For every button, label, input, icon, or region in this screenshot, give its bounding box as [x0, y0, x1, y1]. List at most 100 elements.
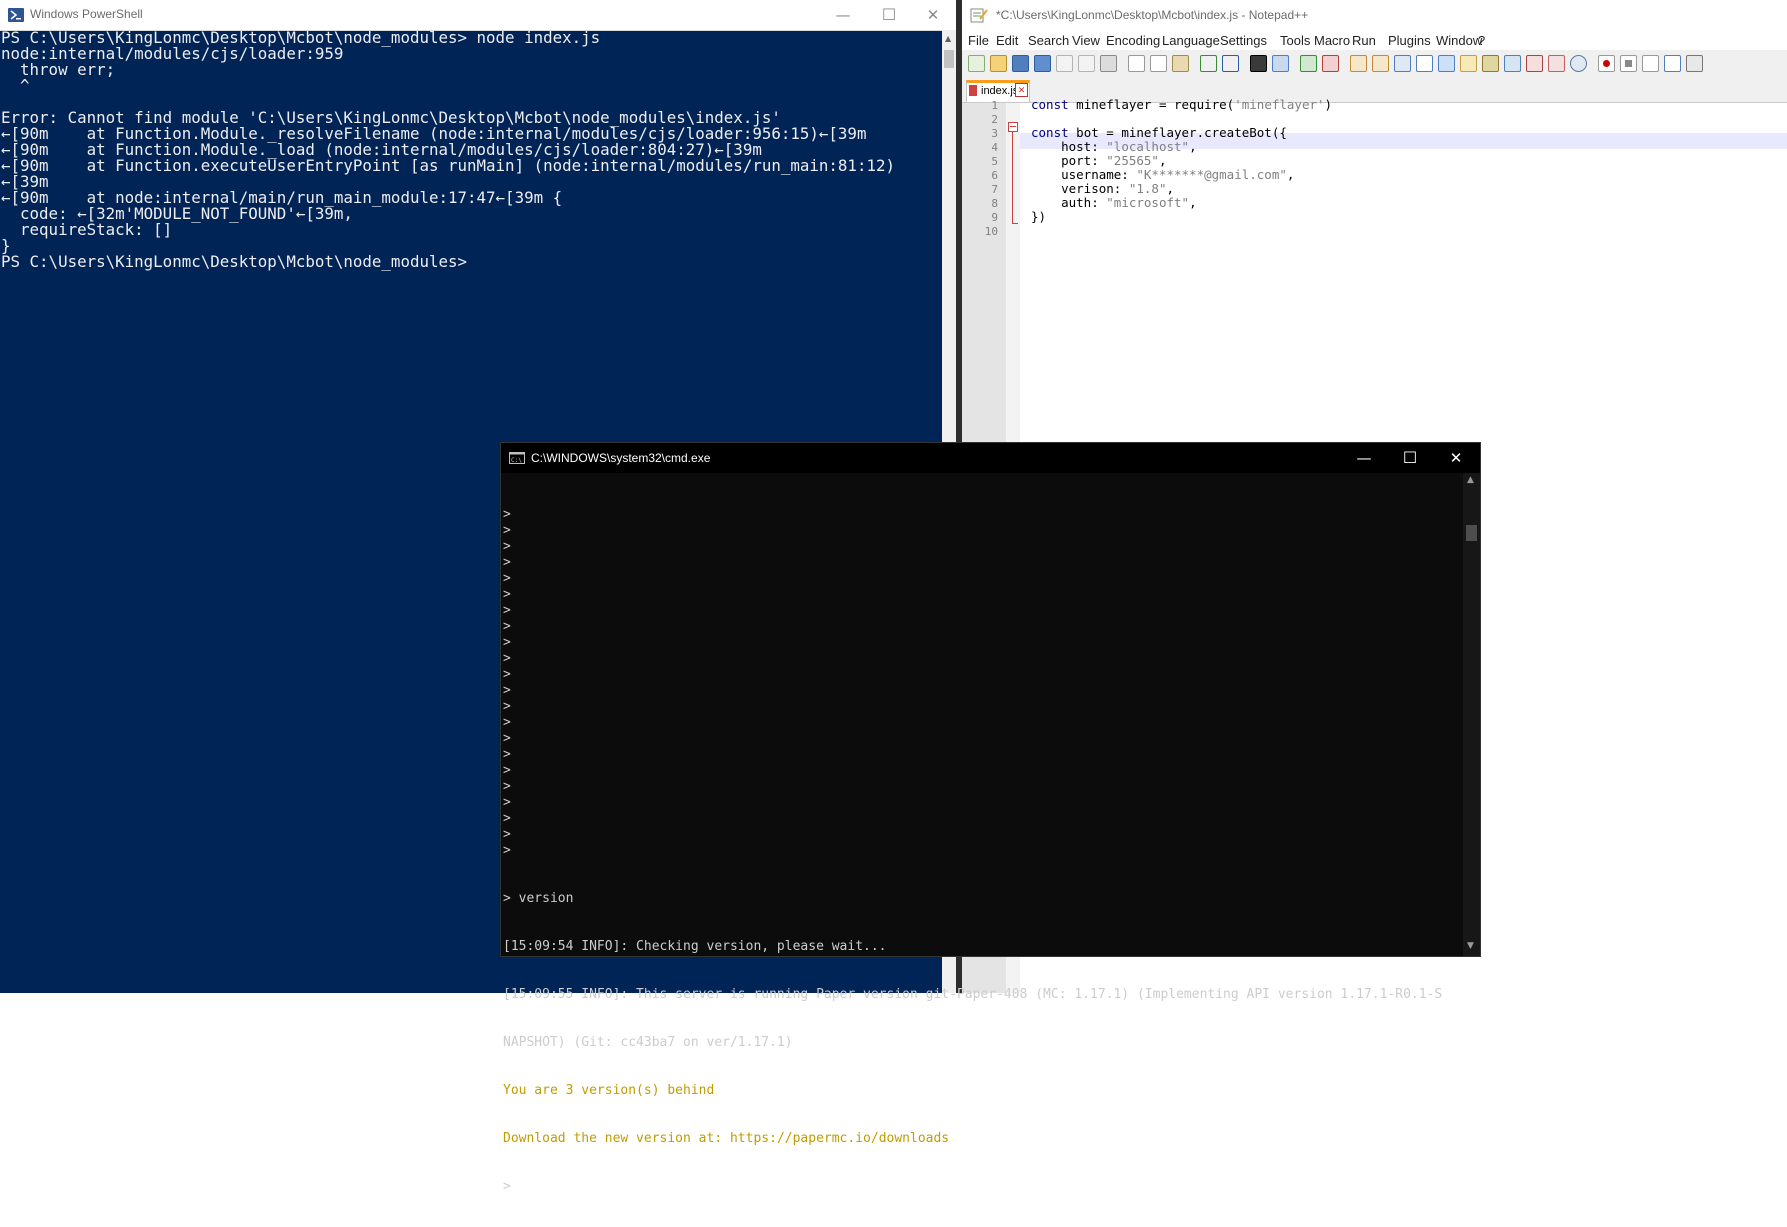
console-download-line: Download the new version at: https://pap… — [503, 1131, 1463, 1147]
cut-icon[interactable] — [1128, 55, 1145, 72]
menu-item-window[interactable]: Window — [1436, 33, 1482, 48]
scrollbar-thumb[interactable] — [944, 50, 954, 68]
menu-item-edit[interactable]: Edit — [996, 33, 1018, 48]
menu-item-settings[interactable]: Settings — [1220, 33, 1267, 48]
keyword: const — [1031, 97, 1069, 112]
tab-label: index.js — [981, 85, 1019, 97]
close-file-icon[interactable] — [1056, 55, 1073, 72]
menu-item-file[interactable]: File — [968, 33, 989, 48]
fold-end — [1012, 223, 1018, 224]
menu-item-plugins[interactable]: Plugins — [1388, 33, 1431, 48]
powershell-title: Windows PowerShell — [30, 7, 143, 21]
powershell-titlebar[interactable]: Windows PowerShell — ☐ ✕ — [0, 0, 956, 31]
menu-item-tools[interactable]: Tools — [1280, 33, 1310, 48]
cmd-scrollbar[interactable]: ▲ ▼ — [1463, 473, 1480, 956]
function-list-icon[interactable] — [1504, 55, 1521, 72]
menu-item-search[interactable]: Search — [1028, 33, 1069, 48]
undo-icon[interactable] — [1200, 55, 1217, 72]
line-number: 4 — [991, 141, 998, 154]
zoom-in-icon[interactable] — [1300, 55, 1317, 72]
show-all-characters-icon[interactable] — [1416, 55, 1433, 72]
menu-item-language[interactable]: Language — [1162, 33, 1220, 48]
prompt-line: > — [503, 507, 511, 522]
prompt-line: > — [503, 843, 511, 858]
code-line-5: port: "25565", — [1031, 153, 1166, 168]
user-defined-dialog-icon[interactable] — [1460, 55, 1477, 72]
scroll-up-icon[interactable]: ▲ — [1467, 475, 1474, 485]
find-icon[interactable] — [1250, 55, 1267, 72]
document-map-icon[interactable] — [1482, 55, 1499, 72]
word-wrap-icon[interactable] — [1394, 55, 1411, 72]
prompt-line: > — [503, 699, 511, 714]
save-icon[interactable] — [1012, 55, 1029, 72]
code-text: , — [1166, 181, 1175, 196]
line-number: 6 — [991, 169, 998, 182]
zoom-out-icon[interactable] — [1322, 55, 1339, 72]
maximize-icon[interactable]: ☐ — [866, 0, 912, 30]
scrollbar-thumb[interactable] — [1466, 525, 1477, 541]
minimize-icon[interactable]: — — [1341, 443, 1387, 473]
download-link[interactable]: https://papermc.io/downloads — [730, 1131, 949, 1146]
close-all-icon[interactable] — [1078, 55, 1095, 72]
tab-close-icon[interactable]: ✕ — [1015, 83, 1028, 97]
menu-item-view[interactable]: View — [1072, 33, 1100, 48]
console-line: [15:09:54 INFO]: Checking version, pleas… — [503, 939, 887, 954]
cmd-window[interactable]: C:\ C:\WINDOWS\system32\cmd.exe — ☐ ✕ > >… — [500, 442, 1481, 1194]
copy-icon[interactable] — [1150, 55, 1167, 72]
paste-icon[interactable] — [1172, 55, 1189, 72]
save-all-icon[interactable] — [1034, 55, 1051, 72]
close-icon[interactable]: ✕ — [1433, 443, 1479, 473]
sync-horizontal-icon[interactable] — [1372, 55, 1389, 72]
prompt-line: > — [503, 795, 511, 810]
string-literal: "25565" — [1106, 153, 1159, 168]
string-literal: 'mineflayer' — [1234, 97, 1325, 112]
line-number: 9 — [991, 211, 998, 224]
prompt-line: > — [503, 827, 511, 842]
svg-text:C:\: C:\ — [511, 457, 522, 464]
prompt-line: > — [503, 603, 511, 618]
maximize-icon[interactable]: ☐ — [1387, 443, 1433, 473]
prompt-line: > — [503, 571, 511, 586]
menu-item-macro[interactable]: Macro — [1314, 33, 1350, 48]
cmd-prompt[interactable]: > — [503, 1179, 1463, 1195]
play-macro-icon[interactable] — [1642, 55, 1659, 72]
run-macro-multiple-icon[interactable] — [1664, 55, 1681, 72]
monitoring-icon[interactable] — [1548, 55, 1565, 72]
replace-icon[interactable] — [1272, 55, 1289, 72]
code-text: ) — [1324, 97, 1333, 112]
eye-icon[interactable] — [1570, 55, 1587, 72]
menu-item-encoding[interactable]: Encoding — [1106, 33, 1160, 48]
console-line: ^ — [1, 76, 30, 95]
scroll-up-icon[interactable]: ▲ — [945, 34, 951, 43]
stop-macro-icon[interactable] — [1620, 55, 1637, 72]
line-number: 7 — [991, 183, 998, 196]
save-macro-icon[interactable] — [1686, 55, 1703, 72]
code-line-3: const bot = mineflayer.createBot({ — [1031, 125, 1287, 140]
menu-item-run[interactable]: Run — [1352, 33, 1376, 48]
prompt-line: > — [503, 779, 511, 794]
sync-vertical-icon[interactable] — [1350, 55, 1367, 72]
folder-as-workspace-icon[interactable] — [1526, 55, 1543, 72]
print-icon[interactable] — [1100, 55, 1117, 72]
scroll-down-icon[interactable]: ▼ — [1467, 941, 1474, 951]
code-text: verison: — [1031, 181, 1129, 196]
fold-collapse-icon[interactable] — [1008, 122, 1018, 132]
tab-index-js[interactable]: index.js ✕ — [966, 80, 1030, 102]
minimize-icon[interactable]: — — [820, 0, 866, 30]
close-icon[interactable]: ✕ — [910, 0, 956, 30]
fold-line — [1012, 132, 1013, 224]
version-command-line: > version — [503, 891, 574, 906]
new-file-icon[interactable] — [968, 55, 985, 72]
cmd-console[interactable]: > > > > > > > > > > > > > > > > > > > > > > > version [15:09:… — [503, 475, 1463, 1194]
record-macro-icon[interactable] — [1598, 55, 1615, 72]
code-text: port: — [1031, 153, 1107, 168]
menu-item-help[interactable]: ? — [1478, 33, 1485, 48]
cmd-titlebar[interactable]: C:\ C:\WINDOWS\system32\cmd.exe — ☐ ✕ — [501, 443, 1480, 473]
line-number: 10 — [984, 225, 998, 238]
code-text: username: — [1031, 167, 1137, 182]
redo-icon[interactable] — [1222, 55, 1239, 72]
notepadpp-titlebar[interactable]: *C:\Users\KingLonmc\Desktop\Mcbot\index.… — [962, 0, 1787, 30]
indent-guide-icon[interactable] — [1438, 55, 1455, 72]
string-literal: "K*******@gmail.com" — [1136, 167, 1287, 182]
open-file-icon[interactable] — [990, 55, 1007, 72]
